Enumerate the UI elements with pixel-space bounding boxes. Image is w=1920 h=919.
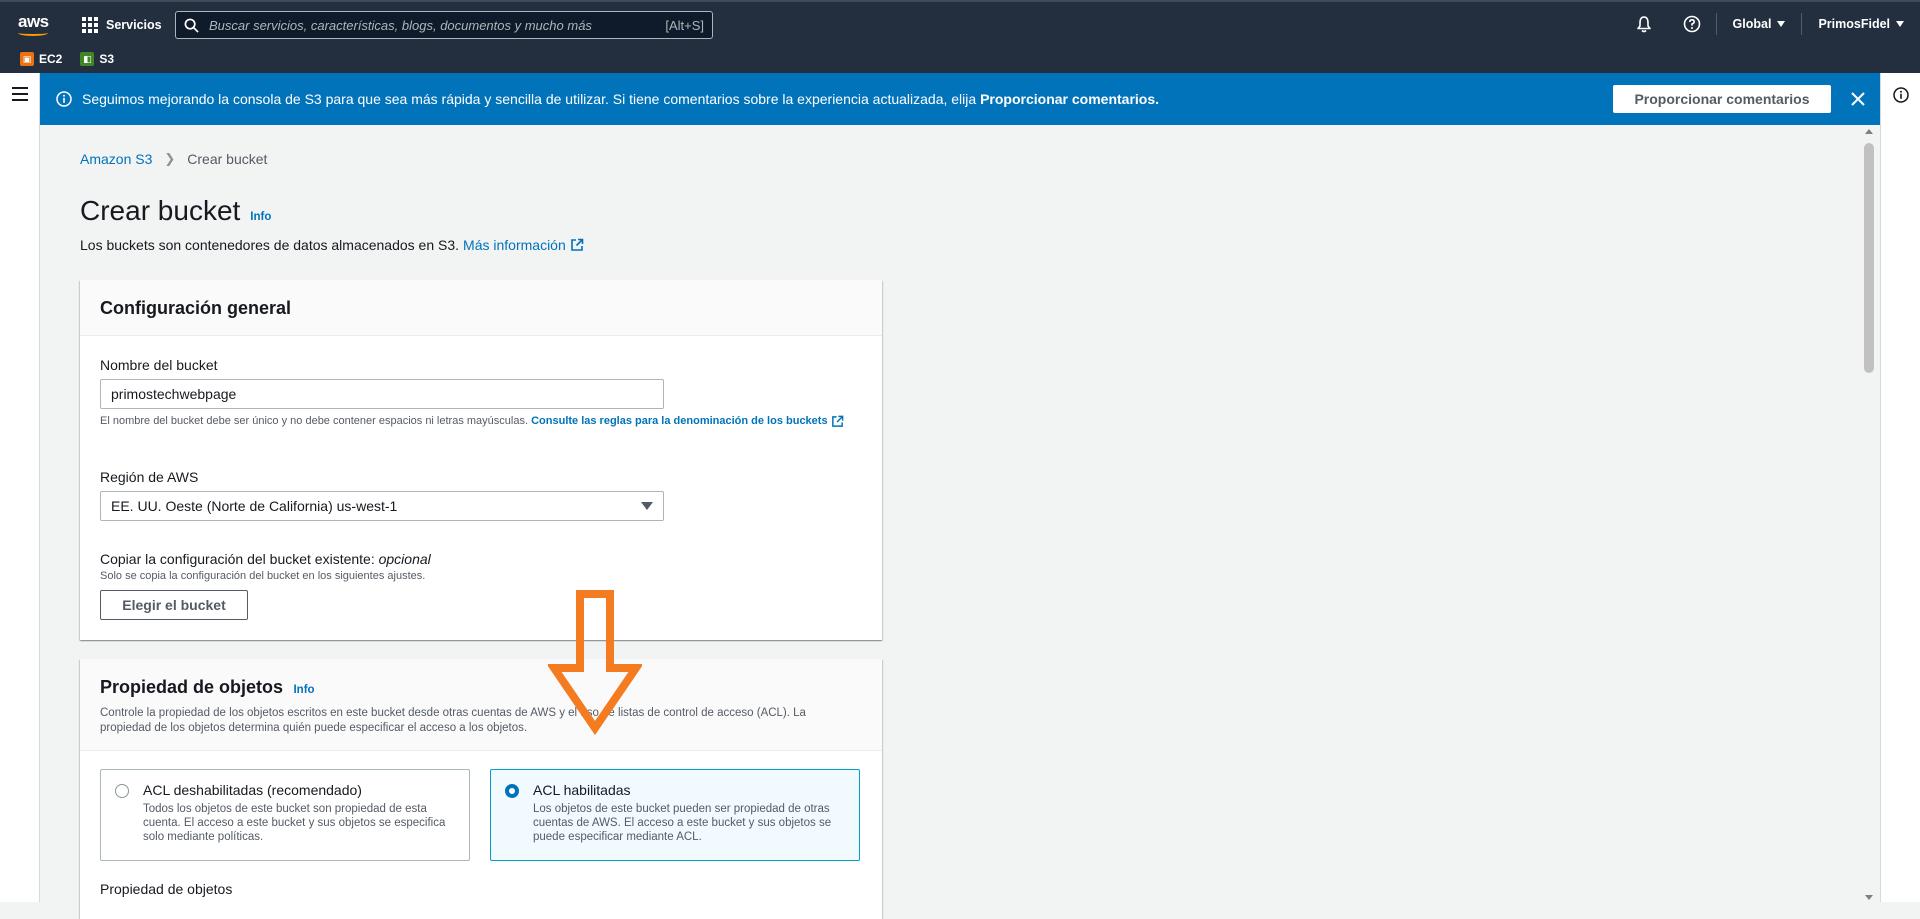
copy-settings-field: Copiar la configuración del bucket exist… (100, 551, 431, 620)
favorite-label: EC2 (39, 52, 63, 66)
panel-header: Configuración general (80, 280, 882, 336)
radio-button-selected[interactable] (505, 784, 519, 798)
copy-settings-label: Copiar la configuración del bucket exist… (100, 551, 431, 567)
radio-button[interactable] (115, 784, 129, 798)
favorite-s3[interactable]: ◧ S3 (80, 52, 114, 66)
banner-text: Seguimos mejorando la consola de S3 para… (82, 91, 981, 107)
account-label: PrimosFidel (1818, 16, 1890, 31)
left-navigation-strip (0, 73, 40, 902)
info-panel-button[interactable] (1893, 87, 1909, 108)
panel-header: Propiedad de objetos Info Controle la pr… (80, 659, 882, 751)
bucket-naming-rules-link[interactable]: Consulte las reglas para la denominación… (531, 415, 827, 427)
main-content: Amazon S3 ❯ Crear bucket Crear bucket In… (41, 125, 1861, 919)
breadcrumb-current: Crear bucket (187, 151, 268, 167)
region-menu[interactable]: Global (1717, 17, 1802, 31)
object-ownership-field-label: Propiedad de objetos (100, 881, 233, 897)
menu-icon[interactable] (12, 87, 28, 105)
page-header: Crear bucket Info (80, 195, 271, 227)
scroll-down-icon[interactable] (1865, 895, 1873, 900)
favorite-ec2[interactable]: ▣ EC2 (20, 52, 62, 66)
region-select[interactable]: EE. UU. Oeste (Norte de California) us-w… (100, 491, 664, 521)
search-icon (184, 18, 199, 33)
grid-icon (82, 17, 98, 33)
nav-right-group: Global PrimosFidel (1620, 2, 1920, 45)
caret-down-icon (1777, 20, 1786, 27)
close-icon (1851, 92, 1865, 106)
region-label: Global (1732, 16, 1772, 31)
search-box[interactable]: [Alt+S] (175, 11, 713, 39)
bucket-name-label: Nombre del bucket (100, 357, 218, 373)
external-link-icon (831, 415, 843, 427)
account-menu[interactable]: PrimosFidel (1802, 17, 1920, 31)
scrollbar-thumb[interactable] (1864, 143, 1874, 373)
bucket-name-help: El nombre del bucket debe ser único y no… (100, 414, 860, 429)
s3-icon: ◧ (80, 52, 95, 66)
page-description-text: Los buckets son contenedores de datos al… (80, 237, 460, 253)
panel-title: Propiedad de objetos (100, 677, 284, 697)
info-flash-banner: Seguimos mejorando la consola de S3 para… (40, 73, 1880, 125)
tile-description: Todos los objetos de este bucket son pro… (143, 803, 446, 843)
tile-title: ACL habilitadas (533, 782, 631, 798)
info-icon (56, 91, 72, 107)
top-navigation: aws Servicios [Alt+S] Global PrimosFidel (0, 0, 1920, 45)
breadcrumb: Amazon S3 ❯ Crear bucket (80, 151, 267, 167)
page-scrollbar[interactable] (1862, 125, 1876, 902)
right-tools-strip (1880, 73, 1920, 902)
provide-feedback-button[interactable]: Proporcionar comentarios (1613, 85, 1831, 113)
optional-tag: opcional (378, 551, 431, 567)
object-ownership-panel: Propiedad de objetos Info Controle la pr… (80, 659, 882, 919)
acl-disabled-option[interactable]: ACL deshabilitadas (recomendado) Todos l… (100, 769, 470, 861)
region-label: Región de AWS (100, 469, 199, 485)
region-select-value: EE. UU. Oeste (Norte de California) us-w… (111, 498, 398, 514)
copy-settings-help: Solo se copia la configuración del bucke… (100, 570, 426, 582)
caret-down-icon (1896, 20, 1904, 27)
services-menu-button[interactable]: Servicios (82, 15, 162, 35)
notifications-button[interactable] (1620, 2, 1668, 45)
bucket-name-field: Nombre del bucket El nombre del bucket d… (100, 357, 860, 429)
tile-description: Los objetos de este bucket pueden ser pr… (533, 803, 832, 843)
services-label: Servicios (106, 18, 162, 32)
bucket-name-input[interactable] (100, 379, 664, 409)
region-field: Región de AWS EE. UU. Oeste (Norte de Ca… (100, 469, 664, 521)
help-icon (1683, 15, 1700, 32)
search-shortcut-hint: [Alt+S] (665, 17, 704, 33)
page-description: Los buckets son contenedores de datos al… (80, 237, 584, 253)
close-banner-button[interactable] (1848, 89, 1868, 109)
banner-message: Seguimos mejorando la consola de S3 para… (82, 91, 1159, 107)
general-configuration-panel: Configuración general Nombre del bucket … (80, 280, 882, 640)
aws-logo[interactable]: aws (18, 12, 49, 32)
panel-description: Controle la propiedad de los objetos esc… (100, 707, 806, 734)
info-link[interactable]: Info (293, 684, 314, 696)
help-button[interactable] (1668, 2, 1716, 45)
copy-settings-label-text: Copiar la configuración del bucket exist… (100, 551, 375, 567)
choose-bucket-button[interactable]: Elegir el bucket (100, 590, 248, 620)
aws-logo-smile (18, 30, 48, 36)
more-info-link[interactable]: Más información (463, 237, 566, 253)
search-input[interactable] (207, 16, 658, 34)
page-title: Crear bucket (80, 195, 241, 226)
scroll-up-icon[interactable] (1865, 129, 1873, 134)
breadcrumb-amazon-s3[interactable]: Amazon S3 (80, 151, 152, 167)
acl-enabled-option[interactable]: ACL habilitadas Los objetos de este buck… (490, 769, 860, 861)
panel-title: Configuración general (100, 298, 292, 318)
ec2-icon: ▣ (20, 52, 34, 66)
annotation-arrow-icon (548, 590, 642, 735)
favorite-label: S3 (99, 52, 115, 66)
caret-down-icon (641, 502, 653, 510)
tile-title: ACL deshabilitadas (recomendado) (143, 782, 362, 798)
bell-icon (1636, 15, 1651, 32)
bucket-name-help-text: El nombre del bucket debe ser único y no… (100, 415, 529, 427)
banner-bold-text: Proporcionar comentarios. (980, 91, 1160, 107)
info-link[interactable]: Info (250, 211, 271, 223)
chevron-right-icon: ❯ (164, 151, 176, 166)
favorites-bar: ▣ EC2 ◧ S3 (0, 45, 1920, 73)
info-icon (1893, 87, 1909, 103)
external-link-icon (570, 238, 584, 251)
